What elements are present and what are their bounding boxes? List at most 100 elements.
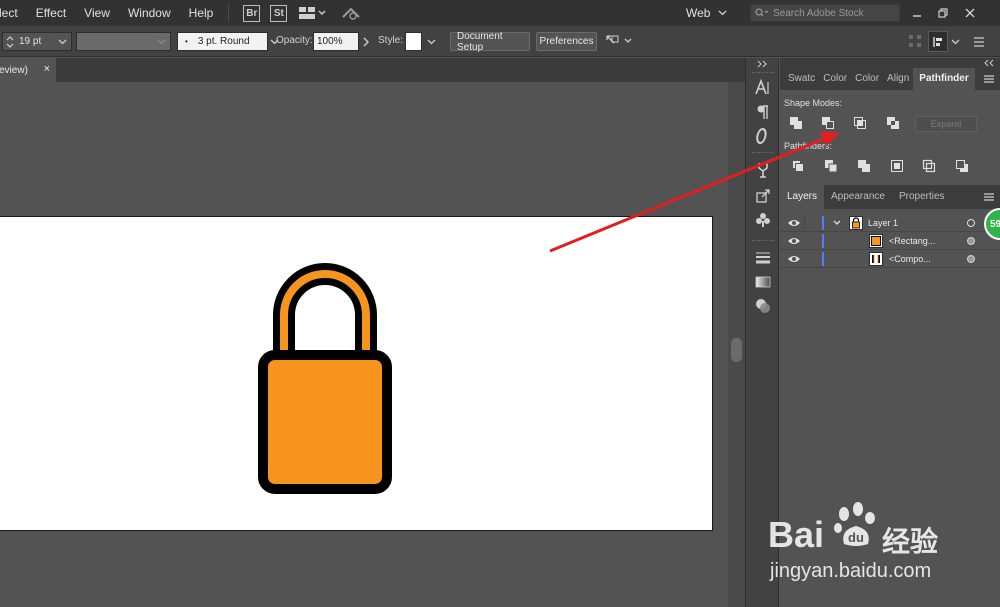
lock-thumbnail-icon [852, 216, 860, 228]
layer-color-bar [822, 233, 824, 248]
opacity-label: Opacity: [276, 35, 313, 46]
strip-grip [752, 72, 774, 74]
stroke-panel-icon[interactable] [753, 248, 773, 268]
menu-view[interactable]: View [75, 0, 119, 26]
restore-icon [938, 8, 948, 18]
symbols-panel-icon[interactable] [753, 210, 773, 230]
control-bar-menu-icon[interactable] [973, 37, 985, 47]
menu-effect[interactable]: Effect [27, 0, 75, 26]
tab-color[interactable]: Color [819, 68, 851, 90]
tab-appearance[interactable]: Appearance [824, 185, 892, 209]
collapse-icon[interactable] [982, 59, 994, 67]
chevron-down-icon[interactable] [427, 39, 436, 45]
tab-swatches[interactable]: Swatc [780, 68, 819, 90]
graphic-style-swatch[interactable] [405, 32, 422, 51]
visibility-eye-icon[interactable] [787, 254, 801, 264]
close-window-button[interactable] [955, 0, 985, 26]
stepper-icon[interactable] [5, 35, 15, 49]
gradient-panel-icon[interactable] [753, 272, 773, 292]
shape-modes-label: Shape Modes: [784, 98, 843, 108]
stock-button[interactable]: St [270, 4, 288, 22]
tab-properties[interactable]: Properties [892, 185, 952, 209]
expand-layer-icon[interactable] [833, 220, 841, 226]
artboard[interactable] [0, 216, 713, 531]
tab-align[interactable]: Align [883, 68, 913, 90]
trim-button[interactable] [822, 157, 840, 175]
transform-tool-icon[interactable] [605, 34, 633, 48]
stroke-weight-field[interactable]: 19 pt [2, 32, 72, 51]
layer-row[interactable]: <Rectang... [780, 232, 1000, 250]
align-options-button[interactable] [928, 31, 948, 52]
minus-front-button[interactable] [819, 114, 837, 132]
layer-target-circle[interactable] [967, 236, 975, 245]
rectangle-thumbnail-fill [871, 235, 881, 246]
workspace-switcher[interactable]: Web [686, 0, 727, 26]
chevron-down-icon[interactable] [951, 39, 960, 45]
export-asset-icon[interactable] [753, 186, 773, 206]
merge-button[interactable] [855, 157, 873, 175]
workspace-label: Web [686, 6, 711, 20]
search-icon [755, 8, 769, 17]
divide-button[interactable] [789, 157, 807, 175]
document-tab[interactable]: eview) × [0, 58, 56, 82]
paragraph-panel-icon[interactable] [753, 102, 773, 122]
collapse-panels-icon[interactable] [757, 60, 769, 68]
align-left-icon [933, 36, 942, 47]
document-tab-label: eview) [0, 64, 28, 76]
document-setup-button[interactable]: Document Setup [450, 31, 530, 53]
trim-icon [825, 160, 838, 173]
variable-width-profile[interactable] [76, 32, 171, 51]
tab-color-guide[interactable]: Color [851, 68, 883, 90]
exclude-button[interactable] [884, 114, 902, 132]
glyphs-puppet-icon[interactable] [753, 160, 773, 180]
panel-menu-icon[interactable] [984, 75, 994, 83]
padlock-artwork[interactable] [0, 217, 713, 532]
preferences-button[interactable]: Preferences [536, 32, 597, 51]
menu-window[interactable]: Window [119, 0, 180, 26]
expand-button[interactable]: Expand [915, 116, 977, 132]
vertical-scrollbar[interactable] [728, 82, 745, 607]
arrange-documents-icon[interactable] [299, 6, 327, 20]
scroll-thumb[interactable] [731, 338, 742, 362]
opentype-panel-icon[interactable] [753, 126, 773, 146]
layer-target-circle[interactable] [967, 218, 975, 227]
crop-button[interactable] [888, 157, 906, 175]
panel-collapse-bar[interactable] [780, 58, 1000, 68]
opacity-field[interactable]: 100% [313, 32, 359, 51]
character-panel-icon[interactable] [753, 78, 773, 98]
outline-button[interactable] [920, 157, 938, 175]
chevron-right-icon[interactable] [362, 37, 370, 47]
brush-definition-field[interactable]: • 3 pt. Round [177, 32, 279, 51]
tab-layers[interactable]: Layers [780, 185, 825, 209]
layer-row[interactable]: Layer 1 [780, 213, 1000, 232]
pathfinders-label: Pathfinders: [784, 141, 833, 151]
layer-color-bar [822, 215, 824, 230]
canvas-area[interactable] [0, 82, 728, 607]
close-icon [965, 8, 975, 18]
tab-pathfinder[interactable]: Pathfinder [913, 68, 975, 90]
menu-help[interactable]: Help [180, 0, 223, 26]
layer-row[interactable]: <Compo... [780, 250, 1000, 268]
stock-search[interactable] [750, 4, 900, 22]
menu-select[interactable]: lect [0, 0, 27, 26]
lock-toggle[interactable] [804, 213, 805, 232]
bridge-button[interactable]: Br [243, 4, 261, 22]
visibility-eye-icon[interactable] [787, 236, 801, 246]
padlock-body[interactable] [258, 350, 392, 494]
compound-path-thumbnail [869, 251, 883, 266]
visibility-eye-icon[interactable] [787, 218, 801, 228]
intersect-button[interactable] [851, 114, 869, 132]
minus-back-button[interactable] [953, 157, 971, 175]
search-input[interactable] [773, 7, 893, 19]
rectangle-thumbnail [869, 233, 883, 248]
transparency-panel-icon[interactable] [753, 296, 773, 316]
close-tab-icon[interactable]: × [44, 63, 50, 75]
gpu-performance-icon[interactable] [341, 5, 361, 21]
align-grid-icon[interactable] [908, 34, 922, 48]
panel-menu-icon[interactable] [984, 193, 994, 201]
chevron-down-icon[interactable] [58, 39, 67, 45]
restore-button[interactable] [928, 0, 958, 26]
layer-target-circle[interactable] [967, 254, 975, 263]
unite-button[interactable] [787, 114, 805, 132]
chevron-down-icon [157, 39, 166, 44]
